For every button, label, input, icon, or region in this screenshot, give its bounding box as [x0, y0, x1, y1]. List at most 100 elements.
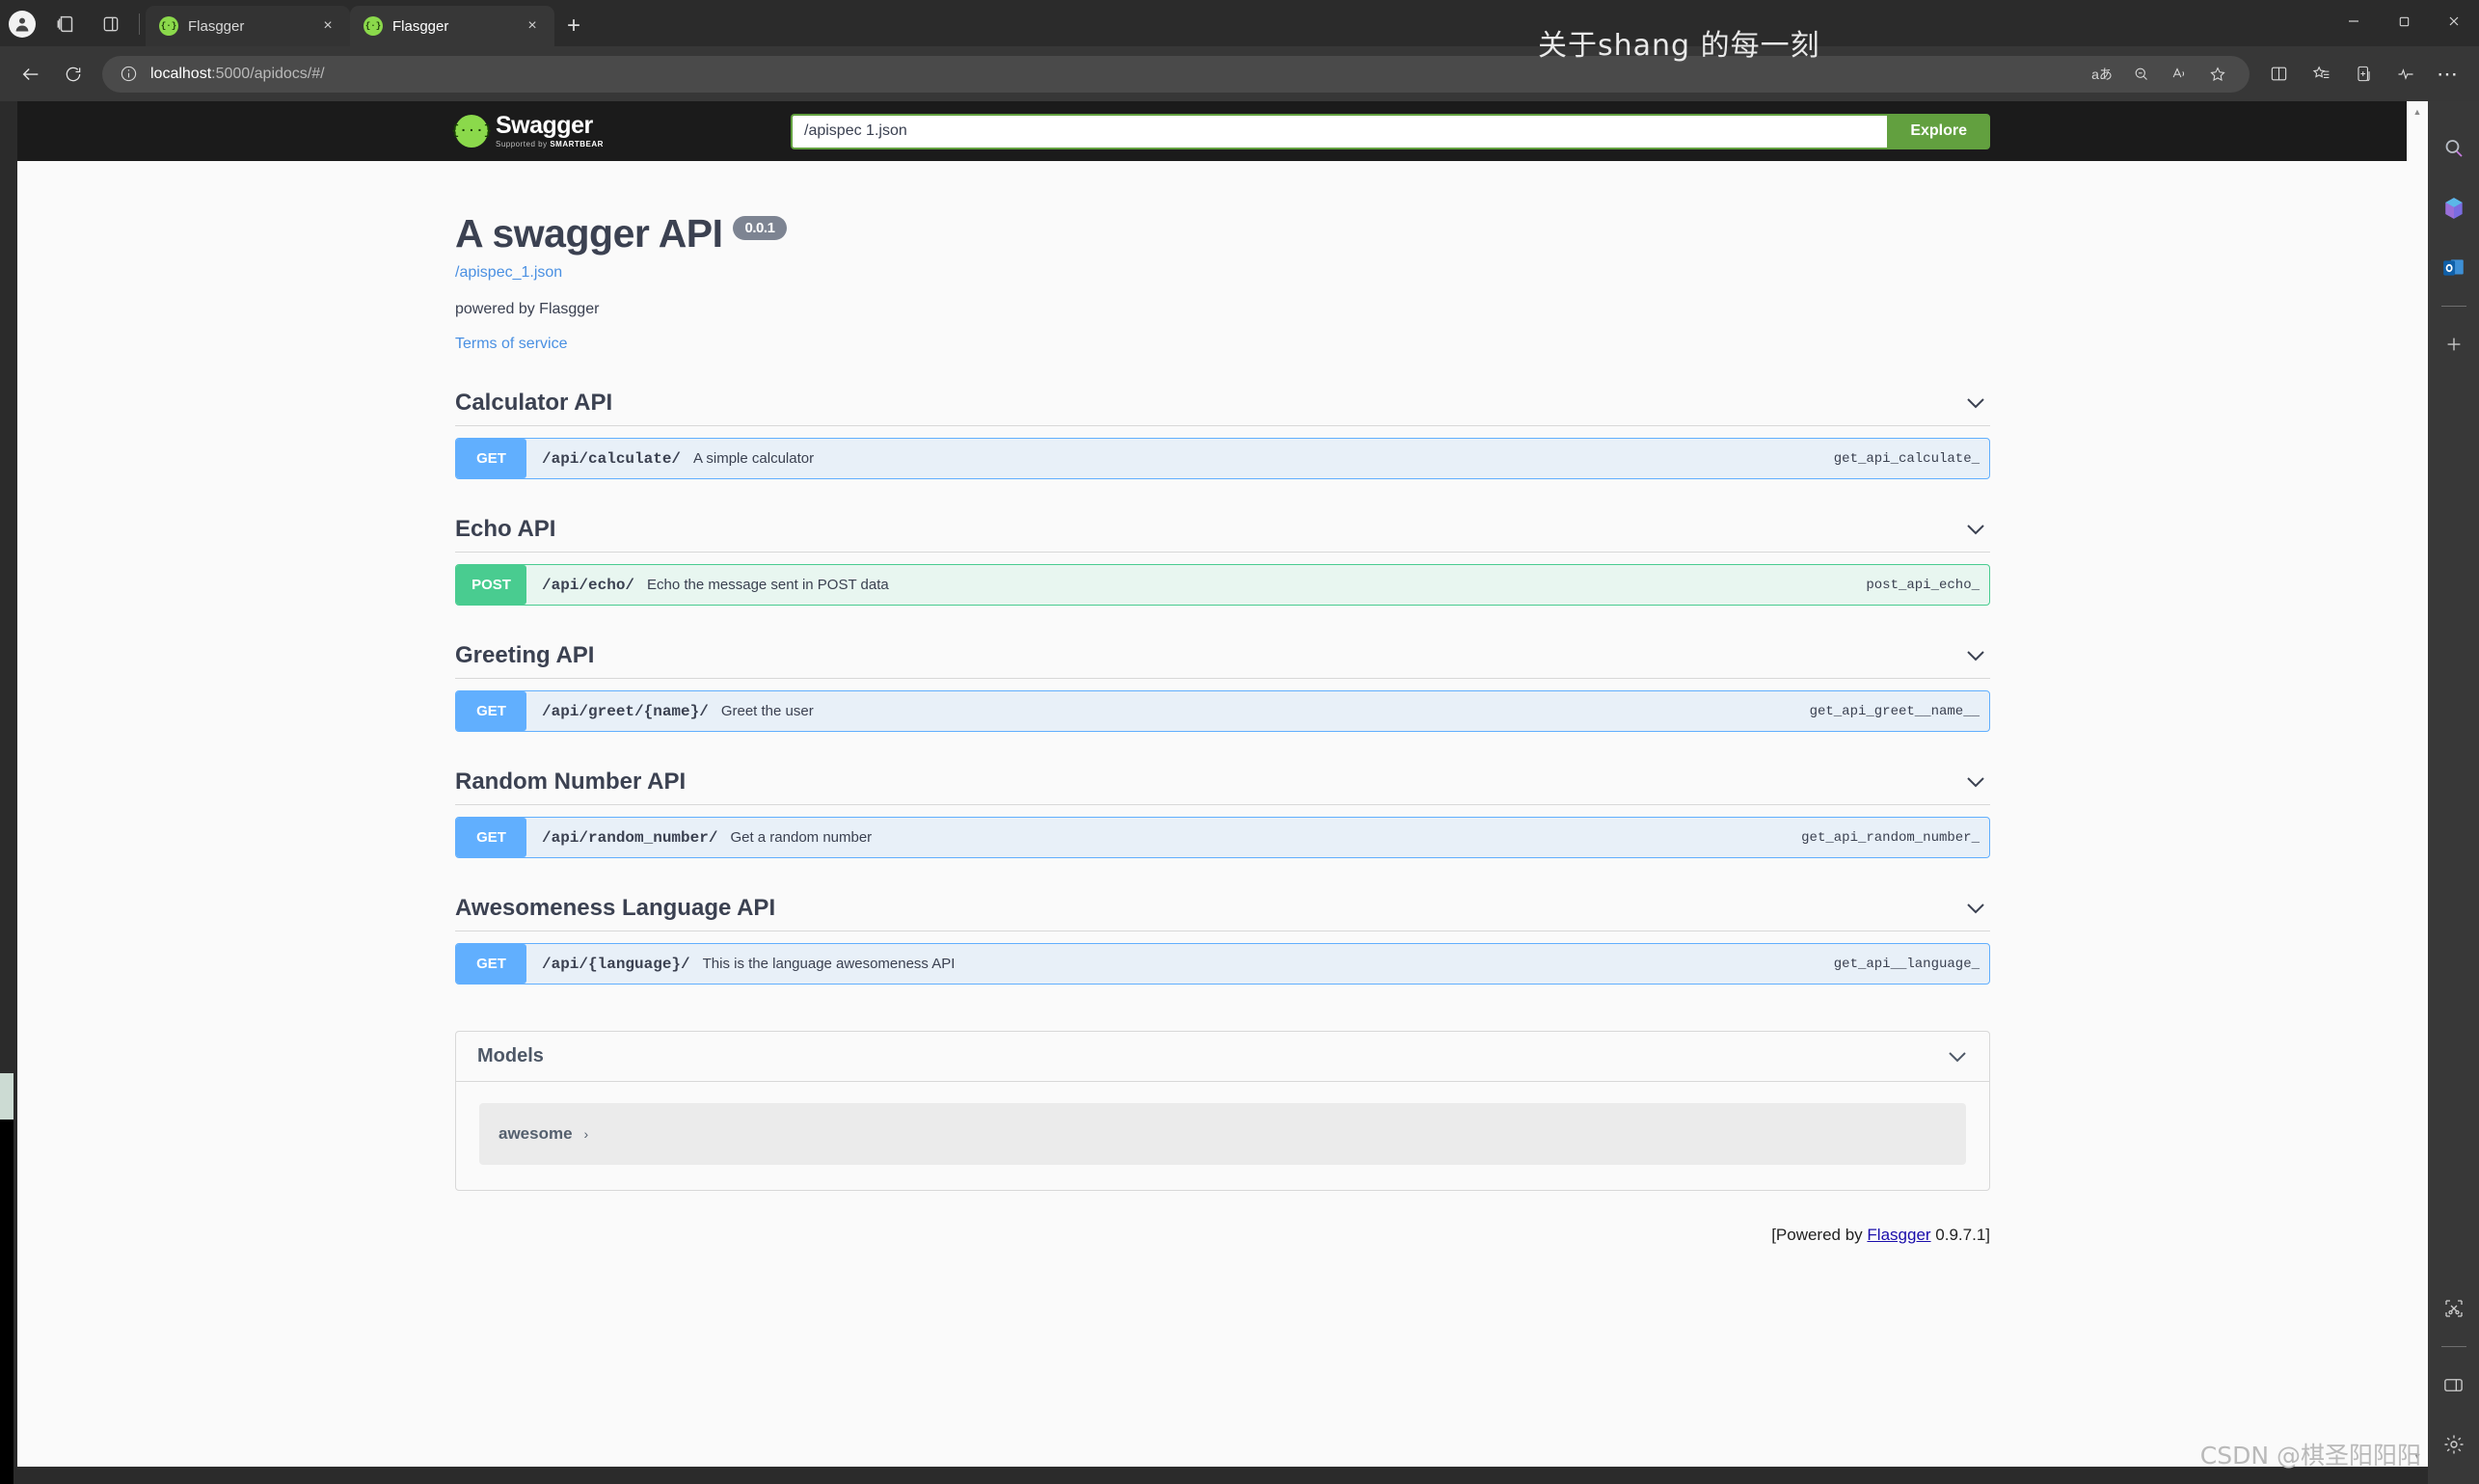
page-footer: [Powered by Flasgger 0.9.7.1]	[436, 1226, 2009, 1245]
models-section: Models awesome ›	[455, 1031, 1990, 1191]
tag-header[interactable]: Calculator API	[455, 390, 1990, 426]
chevron-down-icon[interactable]	[1965, 396, 1990, 410]
maximize-button[interactable]	[2379, 0, 2429, 42]
tag-header[interactable]: Greeting API	[455, 642, 1990, 679]
scrollbar-track[interactable]	[2407, 122, 2428, 1445]
reload-button[interactable]	[52, 53, 94, 95]
tag-name: Greeting API	[455, 642, 595, 668]
browser-essentials-icon[interactable]	[2385, 53, 2427, 95]
operation-id: post_api_echo_	[1866, 577, 1980, 593]
terms-of-service-link[interactable]: Terms of service	[455, 336, 567, 353]
operation-id: get_api_calculate_	[1833, 450, 1980, 467]
tag-section-awesomeness-language: Awesomeness Language API GET /api/{langu…	[455, 895, 1990, 985]
chevron-down-icon[interactable]	[1965, 902, 1990, 915]
left-edge-fill	[0, 1120, 13, 1484]
chevron-down-icon[interactable]	[1947, 1050, 1972, 1064]
tag-name: Awesomeness Language API	[455, 895, 776, 921]
operation-summary: This is the language awesomeness API	[702, 956, 956, 972]
back-button[interactable]	[10, 53, 52, 95]
profile-avatar-icon[interactable]	[0, 2, 44, 46]
minimize-button[interactable]	[2329, 0, 2379, 42]
close-window-button[interactable]	[2429, 0, 2479, 42]
info-circle-icon[interactable]	[116, 62, 141, 87]
operation-id: get_api_random_number_	[1801, 829, 1980, 846]
tag-header[interactable]: Awesomeness Language API	[455, 895, 1990, 931]
spec-json-link[interactable]: /apispec_1.json	[455, 264, 562, 282]
settings-gear-icon[interactable]	[2433, 1415, 2475, 1474]
browser-window: {·} Flasgger × {·} Flasgger × + localhos…	[0, 0, 2479, 1484]
zoom-icon[interactable]	[2122, 58, 2159, 91]
swagger-favicon: {·}	[159, 16, 178, 36]
chevron-down-icon[interactable]	[1965, 775, 1990, 789]
operation-row[interactable]: GET /api/{language}/ This is the languag…	[455, 943, 1990, 985]
flasgger-link[interactable]: Flasgger	[1867, 1226, 1930, 1244]
collections-icon[interactable]	[44, 2, 89, 46]
new-tab-button[interactable]: +	[554, 9, 593, 43]
tag-header[interactable]: Echo API	[455, 516, 1990, 553]
read-aloud-icon[interactable]	[2161, 58, 2197, 91]
api-description: powered by Flasgger	[455, 301, 600, 317]
toolbar-actions: ⋯	[2257, 53, 2469, 95]
browser-tab-1[interactable]: {·} Flasgger ×	[146, 6, 350, 46]
operation-path: /api/greet/{name}/	[542, 702, 709, 720]
http-verb-badge: POST	[456, 565, 526, 605]
browser-tab-2[interactable]: {·} Flasgger ×	[350, 6, 554, 46]
url-path: :5000/apidocs/#/	[211, 65, 325, 82]
scroll-up-arrow[interactable]: ▲	[2407, 101, 2428, 122]
operation-row[interactable]: GET /api/random_number/ Get a random num…	[455, 817, 1990, 858]
operation-summary: A simple calculator	[693, 450, 815, 467]
tag-section-echo: Echo API POST /api/echo/ Echo the messag…	[455, 516, 1990, 606]
swagger-logo[interactable]: {···} Swagger Supported by SMARTBEAR	[451, 114, 773, 148]
split-screen-icon[interactable]	[2257, 53, 2300, 95]
close-icon[interactable]: ×	[522, 15, 543, 37]
explore-button[interactable]: Explore	[1887, 113, 1990, 149]
operation-path: /api/calculate/	[542, 449, 682, 468]
search-icon[interactable]	[2433, 119, 2475, 178]
tab-divider	[139, 13, 140, 35]
model-name: awesome	[498, 1124, 573, 1143]
close-icon[interactable]: ×	[317, 15, 338, 37]
omnibox-actions: aあ	[2084, 58, 2236, 91]
split-screen-icon[interactable]	[2433, 1355, 2475, 1415]
footer-prefix: [Powered by	[1771, 1226, 1868, 1244]
favorites-icon[interactable]	[2300, 53, 2342, 95]
operation-row[interactable]: GET /api/calculate/ A simple calculator …	[455, 438, 1990, 479]
page-scrollbar[interactable]: ▲ ▼	[2407, 101, 2428, 1467]
settings-more-icon[interactable]: ⋯	[2427, 53, 2469, 95]
tag-section-calculator: Calculator API GET /api/calculate/ A sim…	[455, 390, 1990, 479]
tag-header[interactable]: Random Number API	[455, 769, 1990, 805]
operation-id: get_api_greet__name__	[1809, 703, 1980, 719]
tag-name: Random Number API	[455, 769, 687, 795]
split-pane-icon[interactable]	[89, 2, 133, 46]
left-edge-nub	[0, 1073, 13, 1120]
http-verb-badge: GET	[456, 818, 526, 857]
http-verb-badge: GET	[456, 691, 526, 731]
model-row-awesome[interactable]: awesome ›	[479, 1103, 1966, 1165]
spec-url-input[interactable]: /apispec 1.json	[791, 113, 1888, 149]
models-header[interactable]: Models	[456, 1032, 1989, 1082]
swagger-logo-icon: {···}	[451, 115, 492, 148]
page-title: A swagger API 0.0.1	[455, 211, 1990, 256]
operation-row[interactable]: POST /api/echo/ Echo the message sent in…	[455, 564, 1990, 606]
add-sidebar-app-button[interactable]	[2433, 314, 2475, 374]
browser-toolbar: localhost:5000/apidocs/#/ aあ ⋯	[0, 46, 2479, 101]
microsoft365-icon[interactable]	[2433, 178, 2475, 238]
rail-divider	[2440, 306, 2466, 307]
chevron-down-icon[interactable]	[1965, 649, 1990, 662]
chevron-right-icon[interactable]: ›	[584, 1126, 589, 1142]
chevron-down-icon[interactable]	[1965, 523, 1990, 536]
operation-id: get_api__language_	[1833, 956, 1980, 972]
swagger-supported-by: Supported by SMARTBEAR	[496, 141, 604, 148]
operation-path: /api/echo/	[542, 576, 635, 594]
collections-icon[interactable]	[2342, 53, 2385, 95]
address-bar[interactable]: localhost:5000/apidocs/#/ aあ	[102, 55, 2250, 93]
scroll-down-arrow[interactable]: ▼	[2407, 1445, 2428, 1467]
rail-divider	[2440, 1346, 2466, 1347]
screenshot-snip-icon[interactable]	[2433, 1279, 2475, 1338]
operation-row[interactable]: GET /api/greet/{name}/ Greet the user ge…	[455, 690, 1990, 732]
api-title-text: A swagger API	[455, 211, 723, 256]
outlook-icon[interactable]	[2433, 238, 2475, 298]
translate-icon[interactable]: aあ	[2084, 58, 2120, 91]
favorite-star-icon[interactable]	[2199, 58, 2236, 91]
operation-summary: Echo the message sent in POST data	[647, 577, 889, 593]
